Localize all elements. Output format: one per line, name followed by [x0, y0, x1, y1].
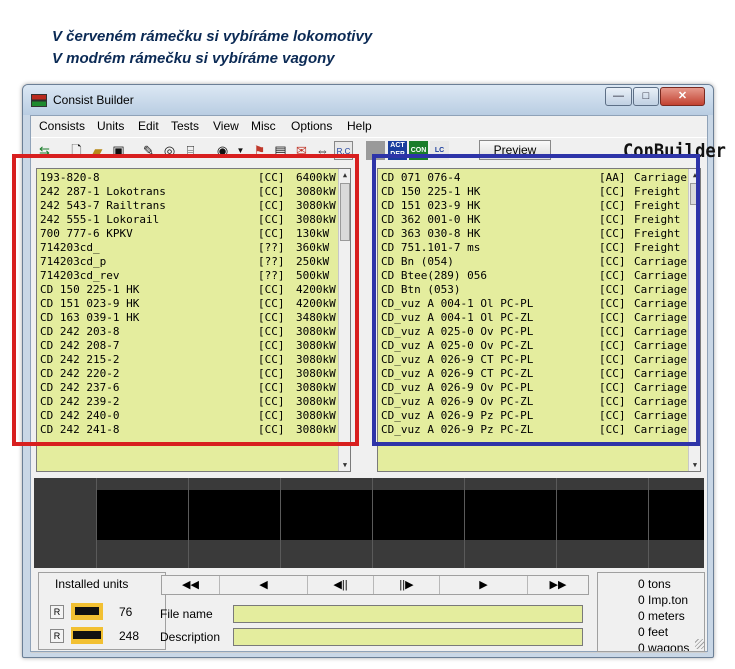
maximize-button[interactable]: □ [633, 87, 659, 106]
menu-view[interactable]: View [213, 119, 239, 133]
stat-feet: 0 feet [638, 625, 669, 639]
locomotive-highlight-frame [12, 154, 359, 446]
last-button[interactable]: ▶▶ [528, 576, 588, 594]
next-button[interactable]: ▶ [440, 576, 528, 594]
window-title: Consist Builder [53, 93, 134, 107]
step-back-button[interactable]: ◀|| [308, 576, 374, 594]
consist-navigation: ◀◀ ◀ ◀|| ||▶ ▶ ▶▶ [161, 575, 589, 595]
stat-meters: 0 meters [638, 609, 685, 623]
close-button[interactable]: ✕ [660, 87, 705, 106]
engine-count: 76 [119, 605, 133, 619]
menu-units[interactable]: Units [97, 119, 124, 133]
status-bar [31, 652, 707, 653]
menu-bar: Consists Units Edit Tests View Misc Opti… [31, 116, 707, 136]
caption-locomotives: V červeném rámečku si vybíráme lokomotiv… [52, 28, 373, 45]
stat-tons: 0 tons [638, 577, 671, 591]
description-label: Description [160, 630, 221, 644]
file-name-field[interactable] [233, 605, 583, 623]
wagon-highlight-frame [372, 154, 700, 446]
consist-view[interactable] [34, 478, 704, 568]
slot-divider [372, 478, 373, 568]
wagon-count: 248 [119, 629, 140, 643]
step-forward-button[interactable]: ||▶ [374, 576, 440, 594]
slot-divider [188, 478, 189, 568]
installed-units-title: Installed units [55, 577, 129, 591]
minimize-button[interactable]: — [605, 87, 632, 106]
scroll-down-icon[interactable]: ▼ [689, 459, 700, 471]
consist-stats-panel: 0 tons 0 Imp.ton 0 meters 0 feet 0 wagon… [597, 572, 705, 652]
file-name-label: File name [160, 607, 213, 621]
installed-units-panel: Installed units R 76 R 248 [38, 572, 166, 650]
menu-edit[interactable]: Edit [138, 119, 159, 133]
app-icon [31, 94, 47, 107]
reload-wagons-button[interactable]: R [50, 629, 64, 643]
scroll-down-icon[interactable]: ▼ [339, 459, 350, 471]
title-bar[interactable]: Consist Builder — □ ✕ [23, 85, 713, 115]
caption-wagons: V modrém rámečku si vybíráme vagony [52, 50, 335, 67]
description-field[interactable] [233, 628, 583, 646]
menu-tests[interactable]: Tests [171, 119, 199, 133]
engine-icon [71, 603, 103, 620]
resize-grip-icon[interactable] [695, 639, 705, 649]
previous-button[interactable]: ◀ [220, 576, 308, 594]
slot-divider [96, 478, 97, 568]
wagon-icon [71, 627, 103, 644]
menu-consists[interactable]: Consists [39, 119, 85, 133]
stat-imp-ton: 0 Imp.ton [638, 593, 689, 607]
menu-misc[interactable]: Misc [251, 119, 276, 133]
menu-options[interactable]: Options [291, 119, 332, 133]
slot-divider [556, 478, 557, 568]
reload-engines-button[interactable]: R [50, 605, 64, 619]
stat-wagons: 0 wagons [638, 641, 690, 652]
slot-divider [464, 478, 465, 568]
menu-help[interactable]: Help [347, 119, 372, 133]
slot-divider [280, 478, 281, 568]
first-button[interactable]: ◀◀ [162, 576, 220, 594]
slot-divider [648, 478, 649, 568]
